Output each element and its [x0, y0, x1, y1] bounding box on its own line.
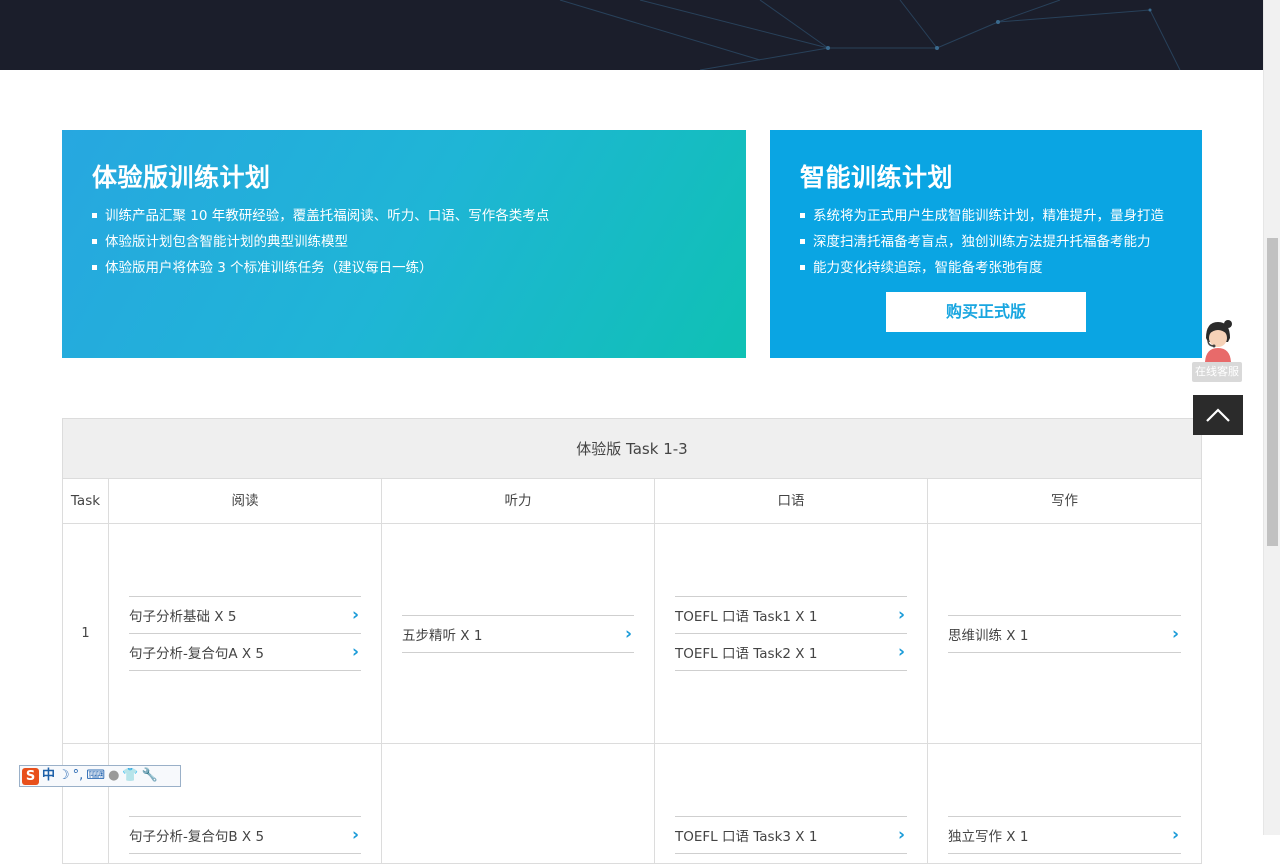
hero-banner [0, 0, 1263, 70]
wrench-icon[interactable]: 🔧 [142, 767, 158, 785]
task-item-label: 句子分析-复合句A X 5 [129, 646, 265, 662]
chevron-right-icon: › [897, 642, 905, 662]
smart-plan-bullets: 系统将为正式用户生成智能训练计划，精准提升，量身打造 深度扫清托福备考盲点，独创… [800, 203, 1164, 281]
customer-service-widget[interactable]: 在线客服 [1192, 318, 1244, 388]
user-icon[interactable]: ● [108, 767, 119, 785]
task-item-link[interactable]: TOEFL 口语 Task1 X 1 › [675, 597, 907, 634]
punctuation-icon[interactable]: °, [73, 767, 84, 785]
skin-icon[interactable]: 👕 [122, 767, 138, 785]
speaking-cell: TOEFL 口语 Task3 X 1 › [655, 744, 928, 863]
table-row: 1 句子分析基础 X 5 › 句子分析-复合句A X 5 › 五步精听 X 1 … [63, 524, 1201, 744]
task-item-label: 句子分析-复合句B X 5 [129, 829, 265, 845]
column-header-listening: 听力 [382, 479, 655, 523]
customer-service-label: 在线客服 [1192, 362, 1242, 382]
trial-plan-card: 体验版训练计划 训练产品汇聚 10 年教研经验，覆盖托福阅读、听力、口语、写作各… [62, 130, 746, 358]
task-item-label: 五步精听 X 1 [402, 627, 483, 644]
task-item-link[interactable]: 五步精听 X 1 › [402, 616, 634, 653]
table-row: 句子分析-复合句B X 5 › TOEFL 口语 Task3 X 1 › 独立写… [63, 744, 1201, 864]
buy-full-version-button[interactable]: 购买正式版 [886, 292, 1086, 332]
back-to-top-button[interactable] [1193, 395, 1243, 435]
trial-bullet: 体验版计划包含智能计划的典型训练模型 [92, 229, 549, 255]
column-header-reading: 阅读 [109, 479, 382, 523]
task-item-label: TOEFL 口语 Task2 X 1 [675, 646, 818, 662]
column-header-speaking: 口语 [655, 479, 928, 523]
writing-cell: 独立写作 X 1 › [928, 744, 1201, 863]
chevron-right-icon: › [897, 825, 905, 845]
task-item-label: TOEFL 口语 Task3 X 1 [675, 829, 818, 845]
task-item-link[interactable]: 独立写作 X 1 › [948, 817, 1181, 854]
trial-bullet: 体验版用户将体验 3 个标准训练任务（建议每日一练） [92, 255, 549, 281]
task-item-label: TOEFL 口语 Task1 X 1 [675, 609, 818, 625]
moon-icon[interactable]: ☽ [58, 767, 70, 785]
keyboard-icon[interactable]: ⌨ [86, 767, 105, 785]
trial-plan-title: 体验版训练计划 [92, 163, 271, 192]
task-item-link[interactable]: TOEFL 口语 Task2 X 1 › [675, 634, 907, 671]
ime-logo-icon[interactable]: S [22, 767, 39, 785]
ime-language-toggle[interactable]: 中 [42, 767, 55, 785]
trial-bullet: 训练产品汇聚 10 年教研经验，覆盖托福阅读、听力、口语、写作各类考点 [92, 203, 549, 229]
task-item-link[interactable]: 思维训练 X 1 › [948, 616, 1181, 653]
chevron-right-icon: › [897, 605, 905, 625]
chevron-right-icon: › [624, 623, 632, 644]
task-item-link[interactable]: 句子分析-复合句A X 5 › [129, 634, 361, 671]
reading-cell: 句子分析-复合句B X 5 › [109, 744, 382, 863]
task-table-header: Task 阅读 听力 口语 写作 [63, 479, 1201, 524]
column-header-task: Task [63, 479, 109, 523]
chevron-right-icon: › [1171, 825, 1179, 845]
trial-plan-bullets: 训练产品汇聚 10 年教研经验，覆盖托福阅读、听力、口语、写作各类考点 体验版计… [92, 203, 549, 281]
listening-cell [382, 744, 655, 863]
task-number [63, 744, 109, 863]
scrollbar-thumb[interactable] [1267, 238, 1278, 546]
task-item-link[interactable]: 句子分析-复合句B X 5 › [129, 817, 361, 854]
smart-plan-card: 智能训练计划 系统将为正式用户生成智能训练计划，精准提升，量身打造 深度扫清托福… [770, 130, 1202, 358]
writing-cell: 思维训练 X 1 › [928, 524, 1201, 743]
task-item-label: 句子分析基础 X 5 [129, 609, 237, 625]
task-number: 1 [63, 524, 109, 743]
smart-bullet: 能力变化持续追踪，智能备考张弛有度 [800, 255, 1164, 281]
task-item-link[interactable]: TOEFL 口语 Task3 X 1 › [675, 817, 907, 854]
chevron-right-icon: › [1171, 623, 1179, 644]
chevron-right-icon: › [351, 605, 359, 625]
smart-bullet: 系统将为正式用户生成智能训练计划，精准提升，量身打造 [800, 203, 1164, 229]
network-pattern [559, 0, 1181, 70]
task-item-label: 独立写作 X 1 [948, 829, 1029, 845]
listening-cell: 五步精听 X 1 › [382, 524, 655, 743]
reading-cell: 句子分析基础 X 5 › 句子分析-复合句A X 5 › [109, 524, 382, 743]
task-table: 体验版 Task 1-3 Task 阅读 听力 口语 写作 1 句子分析基础 X… [62, 418, 1202, 864]
smart-bullet: 深度扫清托福备考盲点，独创训练方法提升托福备考能力 [800, 229, 1164, 255]
chevron-right-icon: › [351, 642, 359, 662]
ime-toolbar: S 中 ☽ °, ⌨ ● 👕 🔧 [19, 765, 181, 787]
chevron-up-icon [1206, 408, 1230, 422]
smart-plan-title: 智能训练计划 [800, 163, 954, 192]
vertical-scrollbar[interactable] [1263, 0, 1280, 835]
speaking-cell: TOEFL 口语 Task1 X 1 › TOEFL 口语 Task2 X 1 … [655, 524, 928, 743]
column-header-writing: 写作 [1051, 493, 1078, 509]
chevron-right-icon: › [351, 825, 359, 845]
task-item-label: 思维训练 X 1 [948, 627, 1029, 644]
task-table-title: 体验版 Task 1-3 [63, 419, 1201, 479]
customer-service-avatar-icon [1205, 320, 1232, 362]
task-item-link[interactable]: 句子分析基础 X 5 › [129, 597, 361, 634]
